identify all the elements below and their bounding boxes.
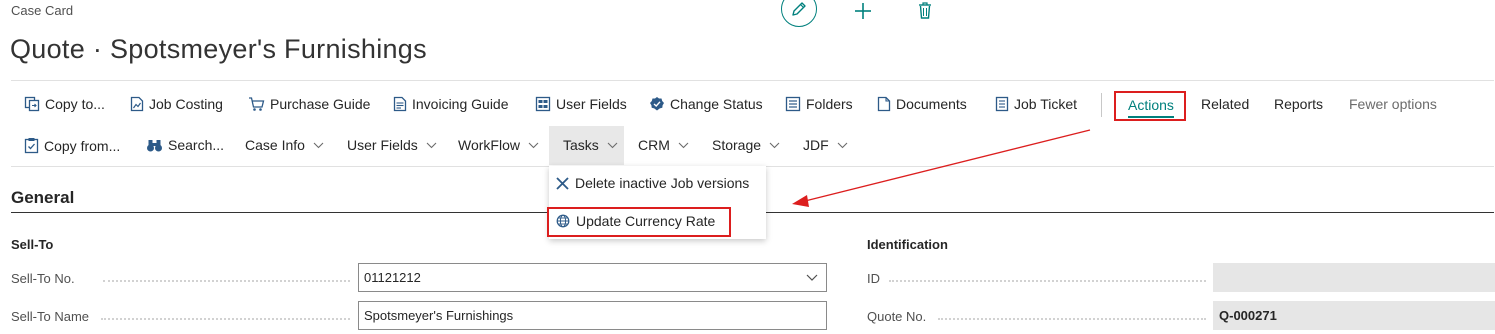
- quote-no-field: Q-000271: [1213, 301, 1495, 330]
- update-currency-highlight-box: [547, 207, 731, 237]
- quote-no-label: Quote No.: [867, 309, 927, 324]
- clipboard-check-icon: [24, 138, 39, 154]
- user-fields-menu-label: User Fields: [347, 137, 418, 153]
- tab-reports[interactable]: Reports: [1274, 96, 1323, 112]
- x-icon: [556, 176, 569, 190]
- copy-icon: [24, 96, 40, 112]
- invoice-icon: [393, 96, 407, 112]
- sell-to-name-label: Sell-To Name: [11, 309, 90, 324]
- menu-item-delete-inactive-job-versions[interactable]: Delete inactive Job versions: [556, 175, 749, 191]
- menu-item-label: Delete inactive Job versions: [575, 175, 750, 191]
- chevron-down-icon: [313, 142, 324, 148]
- header-divider: [11, 80, 1494, 81]
- sell-to-name-field[interactable]: Spotsmeyer's Furnishings: [358, 301, 827, 330]
- workflow-menu[interactable]: WorkFlow: [458, 137, 539, 153]
- documents-label: Documents: [896, 96, 967, 112]
- folders-button[interactable]: Folders: [785, 96, 853, 112]
- job-ticket-label: Job Ticket: [1014, 96, 1078, 112]
- document-icon: [877, 96, 891, 112]
- annotation-arrow: [792, 129, 1091, 207]
- page-caption: Case Card: [11, 3, 74, 18]
- tasks-menu[interactable]: Tasks: [563, 137, 618, 153]
- crm-menu[interactable]: CRM: [638, 137, 689, 153]
- field-leader-dots: [101, 318, 350, 320]
- chevron-down-icon[interactable]: [806, 274, 818, 282]
- chevron-down-icon: [678, 142, 689, 148]
- chevron-down-icon: [607, 142, 618, 148]
- change-status-button[interactable]: Change Status: [649, 96, 763, 112]
- invoicing-guide-button[interactable]: Invoicing Guide: [393, 96, 509, 112]
- user-fields-button[interactable]: User Fields: [535, 96, 627, 112]
- page-title: Quote · Spotsmeyer's Furnishings: [10, 34, 427, 64]
- check-badge-icon: [650, 97, 664, 111]
- case-info-menu[interactable]: Case Info: [245, 137, 324, 153]
- id-field: [1213, 263, 1495, 292]
- sell-to-no-label: Sell-To No.: [11, 271, 75, 286]
- storage-menu[interactable]: Storage: [712, 137, 780, 153]
- user-fields-label: User Fields: [556, 96, 627, 112]
- action-separator: [1101, 93, 1102, 117]
- sell-to-no-value: 01121212: [364, 270, 421, 285]
- field-leader-dots: [103, 280, 350, 282]
- sell-to-no-field[interactable]: 01121212: [358, 263, 827, 292]
- storage-label: Storage: [712, 137, 762, 153]
- copy-from-button[interactable]: Copy from...: [24, 137, 120, 154]
- folders-label: Folders: [806, 96, 853, 112]
- field-leader-dots: [889, 280, 1206, 282]
- fewer-options-button[interactable]: Fewer options: [1349, 96, 1437, 112]
- chevron-down-icon: [528, 142, 539, 148]
- group-title-sell-to: Sell-To: [11, 237, 54, 252]
- group-title-identification: Identification: [867, 237, 948, 252]
- document-chart-icon: [130, 96, 144, 112]
- copy-to-label: Copy to...: [45, 96, 105, 112]
- crm-label: CRM: [638, 137, 670, 153]
- tab-related[interactable]: Related: [1201, 96, 1249, 112]
- purchase-guide-label: Purchase Guide: [270, 96, 371, 112]
- search-button[interactable]: Search...: [146, 137, 224, 153]
- documents-button[interactable]: Documents: [877, 96, 967, 112]
- copy-from-label: Copy from...: [44, 137, 121, 154]
- ticket-icon: [995, 96, 1009, 112]
- binoculars-icon: [147, 139, 162, 151]
- sell-to-name-value: Spotsmeyer's Furnishings: [364, 308, 514, 323]
- folders-icon: [785, 96, 801, 112]
- job-costing-button[interactable]: Job Costing: [130, 96, 223, 112]
- tasks-label: Tasks: [563, 137, 599, 153]
- user-fields-menu[interactable]: User Fields: [347, 137, 437, 153]
- trash-icon: [919, 2, 931, 19]
- cart-icon: [249, 97, 265, 111]
- section-title-general[interactable]: General: [11, 188, 74, 208]
- invoicing-guide-label: Invoicing Guide: [412, 96, 509, 112]
- chevron-down-icon: [769, 142, 780, 148]
- delete-button[interactable]: [914, 0, 936, 22]
- copy-to-button[interactable]: Copy to...: [24, 96, 105, 112]
- id-label: ID: [867, 271, 880, 286]
- search-label: Search...: [168, 137, 225, 153]
- chevron-down-icon: [426, 142, 437, 148]
- purchase-guide-button[interactable]: Purchase Guide: [248, 96, 370, 112]
- workflow-label: WorkFlow: [458, 137, 520, 153]
- change-status-label: Change Status: [670, 96, 763, 112]
- job-costing-label: Job Costing: [149, 96, 223, 112]
- fields-icon: [535, 96, 551, 112]
- job-ticket-button[interactable]: Job Ticket: [995, 96, 1077, 112]
- edit-button[interactable]: [781, 0, 817, 27]
- pencil-icon: [792, 2, 806, 16]
- new-button[interactable]: [852, 0, 874, 22]
- actions-highlight-box: [1114, 91, 1186, 121]
- field-leader-dots: [938, 318, 1206, 320]
- case-info-label: Case Info: [245, 137, 305, 153]
- plus-icon: [855, 3, 871, 19]
